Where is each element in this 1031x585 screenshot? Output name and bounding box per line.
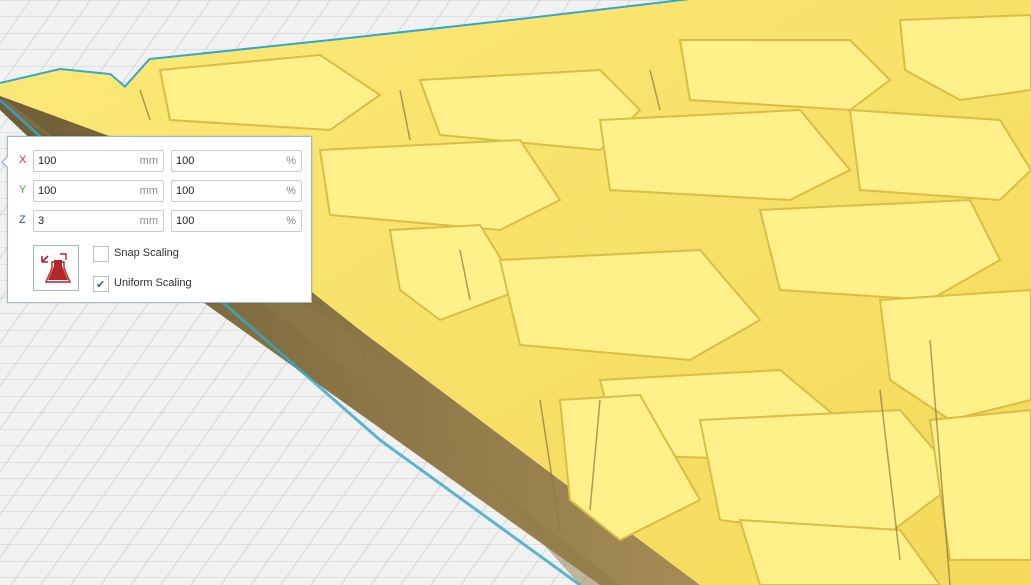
- x-size-input[interactable]: 100 mm: [33, 150, 164, 172]
- y-percent-value: 100: [176, 185, 195, 197]
- snap-scaling-label: Snap Scaling: [114, 247, 179, 259]
- reset-scale-button[interactable]: [33, 245, 79, 291]
- z-percent-value: 100: [176, 215, 195, 227]
- y-size-input[interactable]: 100 mm: [33, 180, 164, 202]
- uniform-scaling-checkbox[interactable]: ✔: [93, 276, 109, 292]
- snap-scaling-checkbox[interactable]: [93, 246, 109, 262]
- uniform-scaling-label: Uniform Scaling: [114, 277, 192, 289]
- axis-label-y: Y: [19, 184, 27, 196]
- x-percent-unit: %: [286, 155, 296, 167]
- z-percent-unit: %: [286, 215, 296, 227]
- scale-row-z: Z 3 mm 100 %: [8, 210, 308, 234]
- x-percent-value: 100: [176, 155, 195, 167]
- z-size-input[interactable]: 3 mm: [33, 210, 164, 232]
- y-size-unit: mm: [139, 185, 158, 197]
- checkmark-icon: ✔: [96, 278, 106, 291]
- x-size-unit: mm: [139, 155, 158, 167]
- z-size-value: 3: [38, 215, 45, 227]
- y-percent-unit: %: [286, 185, 296, 197]
- scale-reset-icon: [41, 253, 72, 283]
- x-percent-input[interactable]: 100 %: [171, 150, 302, 172]
- x-size-value: 100: [38, 155, 57, 167]
- scale-tool-panel: X 100 mm 100 % Y 100 mm 100 % Z 3 mm 100…: [1, 136, 312, 303]
- z-percent-input[interactable]: 100 %: [171, 210, 302, 232]
- axis-label-x: X: [19, 154, 27, 166]
- scale-row-y: Y 100 mm 100 %: [8, 180, 308, 204]
- axis-label-z: Z: [19, 214, 26, 226]
- y-percent-input[interactable]: 100 %: [171, 180, 302, 202]
- scale-row-x: X 100 mm 100 %: [8, 150, 308, 174]
- y-size-value: 100: [38, 185, 57, 197]
- z-size-unit: mm: [139, 215, 158, 227]
